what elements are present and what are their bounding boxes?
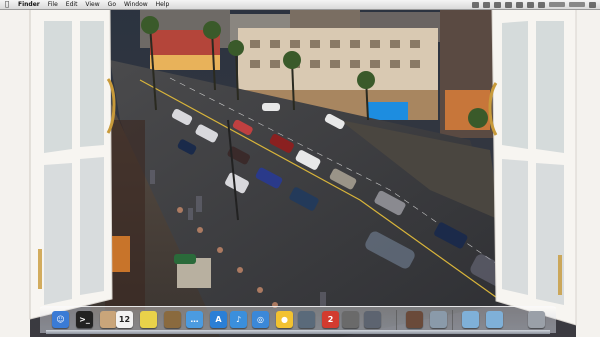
dock: ☺ >_ 12 … A ♪ ◎ ● 2	[40, 306, 556, 333]
chrome-icon[interactable]: ●	[276, 311, 293, 328]
trash-icon[interactable]	[528, 311, 545, 328]
system-preferences-badge-icon[interactable]: 2	[322, 311, 339, 328]
ichat-icon[interactable]: …	[186, 311, 203, 328]
menu-view[interactable]: View	[81, 0, 103, 9]
menu-bar:  Finder File Edit View Go Window Help	[0, 0, 600, 10]
iphoto-icon[interactable]	[298, 311, 315, 328]
address-book-icon[interactable]	[164, 311, 181, 328]
time-machine-icon[interactable]	[364, 311, 381, 328]
status-menu-icon[interactable]	[472, 1, 479, 8]
finder-icon[interactable]: ☺	[52, 311, 69, 328]
status-menu-icon[interactable]	[483, 1, 490, 8]
window-frame-right	[488, 9, 600, 337]
safari-icon[interactable]: ◎	[252, 311, 269, 328]
battery-indicator[interactable]	[549, 2, 565, 7]
volume-icon[interactable]	[538, 1, 545, 8]
clock[interactable]	[569, 2, 585, 7]
dock-separator	[396, 310, 397, 330]
menu-finder[interactable]: Finder	[14, 0, 44, 9]
terminal-icon[interactable]: >_	[76, 311, 93, 328]
menu-window[interactable]: Window	[120, 0, 152, 9]
applications-folder-icon[interactable]	[462, 311, 479, 328]
menu-file[interactable]: File	[44, 0, 62, 9]
dock-separator	[452, 310, 453, 330]
window-frame-left	[0, 9, 116, 337]
status-menu-icon[interactable]	[494, 1, 501, 8]
dock-shelf	[46, 330, 550, 334]
itunes-icon[interactable]: ♪	[230, 311, 247, 328]
wifi-icon[interactable]	[527, 1, 534, 8]
stickies-icon[interactable]	[140, 311, 157, 328]
app-store-icon[interactable]: A	[210, 311, 227, 328]
menu-extras	[472, 1, 600, 8]
documents-folder-icon[interactable]	[486, 311, 503, 328]
photo-booth-icon[interactable]	[342, 311, 359, 328]
menu-edit[interactable]: Edit	[62, 0, 82, 9]
menu-go[interactable]: Go	[104, 0, 120, 9]
preview-icon[interactable]	[100, 311, 117, 328]
spotlight-icon[interactable]	[589, 1, 596, 8]
ical-icon[interactable]: 12	[116, 311, 133, 328]
downloads-stack-icon[interactable]	[406, 311, 423, 328]
bluetooth-icon[interactable]	[516, 1, 523, 8]
apple-logo-icon[interactable]: 	[0, 0, 14, 9]
menu-help[interactable]: Help	[152, 0, 174, 9]
documents-stack-icon[interactable]	[430, 311, 447, 328]
status-menu-icon[interactable]	[505, 1, 512, 8]
